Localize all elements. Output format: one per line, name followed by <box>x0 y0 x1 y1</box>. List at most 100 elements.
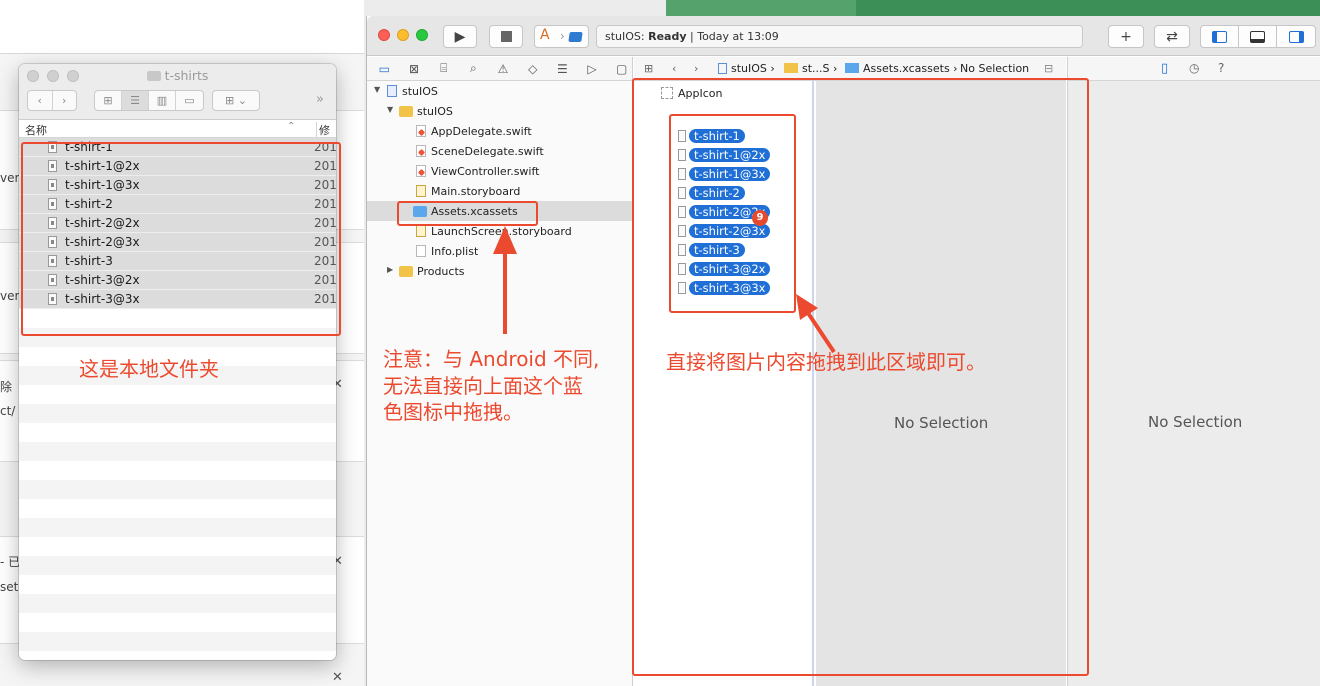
close-window-button[interactable] <box>378 29 390 41</box>
close-icon[interactable]: ✕ <box>332 670 343 685</box>
list-view-button[interactable]: ☰ <box>122 91 149 110</box>
stop-icon <box>500 31 512 42</box>
breadcrumb-file[interactable]: Assets.xcassets › <box>845 62 958 75</box>
right-panel-icon <box>1288 30 1304 43</box>
folder-icon <box>399 106 413 117</box>
folder-icon[interactable]: ▭ <box>374 62 395 76</box>
background-text: - 已 <box>0 555 21 569</box>
name-column-header[interactable]: 名称 <box>25 122 47 138</box>
tree-item-file[interactable]: ViewController.swift <box>367 161 632 181</box>
background-text: 除 <box>0 380 13 394</box>
symbol-icon[interactable]: ⌸ <box>433 61 454 76</box>
help-icon[interactable]: ? <box>1218 61 1224 75</box>
run-button[interactable]: ▶ <box>443 25 477 48</box>
left-panel-icon <box>1212 30 1227 43</box>
inspector-tab-bar: ▯ ◷ ? <box>1068 57 1320 81</box>
empty-row <box>19 480 336 499</box>
annotation-arrow-diagonal <box>796 294 836 354</box>
warning-icon[interactable]: ⚠ <box>493 62 514 76</box>
breadcrumb-project[interactable]: stuIOS › <box>718 62 775 75</box>
empty-row <box>19 461 336 480</box>
icon-view-button[interactable]: ⊞ <box>95 91 122 110</box>
tree-item-file[interactable]: AppDelegate.swift <box>367 121 632 141</box>
debug-icon[interactable]: ☰ <box>552 62 573 76</box>
inspector-no-selection: No Selection <box>1148 413 1243 431</box>
bottom-panel-icon <box>1250 30 1265 43</box>
tree-item-project[interactable]: ▼ stuIOS <box>367 81 632 101</box>
annotation-note-line-1: 注意：与 Android 不同, <box>383 347 600 371</box>
back-icon[interactable]: ‹ <box>672 62 676 75</box>
asset-catalog-icon <box>845 63 859 73</box>
toggle-inspector-button[interactable] <box>1277 26 1315 47</box>
search-icon[interactable]: ⌕ <box>463 61 484 76</box>
plus-icon: + <box>1120 28 1132 45</box>
xcode-toolbar: ▶ A › stuIOS: Ready | Today at 13:09 + ⇄ <box>367 16 1320 56</box>
project-icon <box>718 63 727 74</box>
toggle-navigator-button[interactable] <box>1201 26 1239 47</box>
project-navigator: ▭ ⊠ ⌸ ⌕ ⚠ ◇ ☰ ▷ ▢ ▼ stuIOS ▼ stuIOS AppDel… <box>367 57 633 686</box>
swap-arrows-icon: ⇄ <box>1166 28 1178 45</box>
empty-row <box>19 556 336 575</box>
breakpoint-icon[interactable]: ▷ <box>582 62 603 76</box>
finder-column-header: 名称 ⌃ 修改 <box>19 120 336 153</box>
empty-row <box>19 537 336 556</box>
empty-row <box>19 404 336 423</box>
zoom-window-button[interactable] <box>416 29 428 41</box>
folder-icon <box>146 71 161 81</box>
modified-column-header[interactable]: 修改 <box>316 122 336 153</box>
empty-row <box>19 575 336 594</box>
test-icon[interactable]: ◇ <box>522 62 543 76</box>
report-icon[interactable]: ▢ <box>611 62 632 76</box>
add-editor-icon[interactable]: ⊟ <box>1044 62 1053 75</box>
storyboard-file-icon <box>416 185 426 197</box>
app-scheme-icon: A <box>540 27 550 43</box>
toggle-debug-area-button[interactable] <box>1239 26 1277 47</box>
storyboard-file-icon <box>416 225 426 237</box>
inspector: ▯ ◷ ? No Selection <box>1067 57 1320 686</box>
file-inspector-icon[interactable]: ▯ <box>1161 61 1168 76</box>
empty-row <box>19 518 336 537</box>
tree-item-file[interactable]: SceneDelegate.swift <box>367 141 632 161</box>
tree-item-file[interactable]: Main.storyboard <box>367 181 632 201</box>
navigator-tab-bar: ▭ ⊠ ⌸ ⌕ ⚠ ◇ ☰ ▷ ▢ <box>367 57 632 81</box>
empty-row <box>19 442 336 461</box>
empty-row <box>19 499 336 518</box>
folder-icon <box>784 63 798 73</box>
background-image-strip <box>666 0 1320 16</box>
forward-icon[interactable]: › <box>694 62 698 75</box>
annotation-local-folder: 这是本地文件夹 <box>79 357 219 381</box>
back-button[interactable]: ‹ <box>28 91 53 110</box>
minimize-window-button[interactable] <box>397 29 409 41</box>
library-add-button[interactable]: + <box>1108 25 1144 48</box>
annotation-box-dragged-items <box>669 114 796 313</box>
scheme-selector[interactable]: A › <box>534 25 589 48</box>
plist-file-icon <box>416 245 426 257</box>
stop-button[interactable] <box>489 25 523 48</box>
forward-button[interactable]: › <box>53 91 77 110</box>
swift-file-icon <box>416 125 426 137</box>
history-icon[interactable]: ◷ <box>1189 61 1199 75</box>
project-icon <box>387 85 397 97</box>
breadcrumb-selection[interactable]: No Selection <box>960 62 1029 75</box>
column-view-button[interactable]: ▥ <box>149 91 176 110</box>
panel-toggle-group <box>1200 25 1316 48</box>
tree-item-group[interactable]: ▼ stuIOS <box>367 101 632 121</box>
code-review-button[interactable]: ⇄ <box>1154 25 1190 48</box>
source-control-icon[interactable]: ⊠ <box>404 62 425 76</box>
folder-icon <box>399 266 413 277</box>
breadcrumb-group[interactable]: st...S › <box>784 62 837 75</box>
sort-chevron-icon: ⌃ <box>287 121 296 132</box>
play-icon: ▶ <box>454 28 466 45</box>
chevron-right-icon: › <box>560 29 565 43</box>
empty-row <box>19 632 336 651</box>
more-icon[interactable]: » <box>316 92 324 107</box>
background-text: ct/ <box>0 404 16 418</box>
gallery-view-button[interactable]: ▭ <box>176 91 203 110</box>
related-items-icon[interactable]: ⊞ <box>644 62 653 75</box>
disclosure-closed-icon: ▶ <box>387 265 394 274</box>
finder-titlebar: t-shirts ‹ › ⊞ ☰ ▥ ▭ ⊞ ⌄ » <box>19 64 336 120</box>
group-menu[interactable]: ⊞ ⌄ <box>212 90 260 111</box>
window-controls <box>378 29 428 41</box>
empty-row <box>19 594 336 613</box>
annotation-arrow-up <box>493 226 517 334</box>
